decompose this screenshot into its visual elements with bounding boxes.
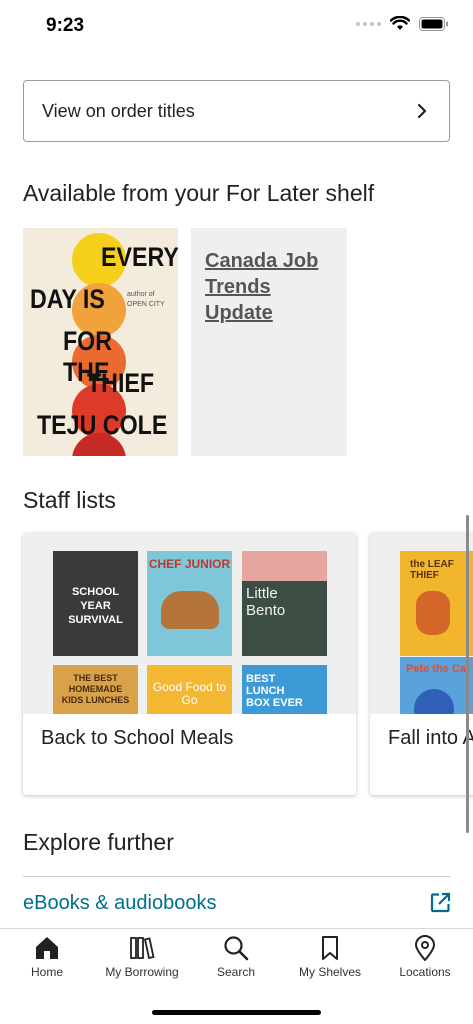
staff-list-card-fall[interactable]: the LEAF THIEF Pete the Cat Fall into A — [370, 533, 473, 795]
book-cover-note: author of OPEN CITY — [127, 291, 165, 308]
cover-cat-art — [414, 689, 454, 714]
tab-my-shelves[interactable]: My Shelves — [283, 935, 377, 979]
view-on-order-label: View on order titles — [42, 100, 195, 121]
tab-search-label: Search — [216, 965, 256, 979]
home-icon — [36, 937, 58, 959]
tab-locations-label: Locations — [399, 965, 451, 979]
home-indicator[interactable] — [152, 1010, 321, 1015]
book-title-line-3: Update — [205, 302, 273, 324]
chevron-right-icon — [417, 103, 427, 119]
battery-icon — [419, 16, 448, 31]
status-icons — [356, 16, 449, 31]
cover-little-bento: Little Bento — [242, 551, 327, 656]
book-canada-job-trends-update[interactable]: Canada Job Trends Update — [191, 228, 347, 456]
cover-text: SCHOOL YEAR SURVIVAL — [68, 586, 123, 626]
cover-good-food-to-go: Good Food to Go — [147, 665, 232, 714]
staff-list-label: Fall into A — [388, 727, 473, 749]
cover-squirrel-art — [416, 591, 450, 635]
tab-home-label: Home — [30, 965, 63, 979]
cover-school-year-survival: SCHOOL YEAR SURVIVAL — [53, 551, 138, 656]
book-cover-line-2: DAY IS — [30, 284, 105, 314]
wifi-icon — [390, 16, 410, 30]
book-cover-every-day-is-for-the-thief[interactable]: EVERY DAY IS author of OPEN CITY FOR THE… — [23, 228, 178, 456]
book-cover-line-4: THIEF — [87, 368, 155, 398]
tab-locations[interactable]: Locations — [378, 935, 472, 979]
cover-text: the LEAF THIEF — [410, 559, 454, 581]
book-title-line-2: Trends — [205, 276, 271, 298]
cover-text: Good Food to Go — [152, 680, 227, 707]
staff-list-label: Back to School Meals — [41, 727, 234, 749]
tab-my-borrowing-label: My Borrowing — [105, 965, 179, 979]
cover-the-leaf-thief: the LEAF THIEF — [400, 551, 473, 656]
divider — [23, 876, 450, 877]
scroll-indicator[interactable] — [466, 515, 469, 833]
staff-list-covers: the LEAF THIEF Pete the Cat — [370, 533, 473, 714]
cover-text: BEST LUNCH BOX EVER — [246, 673, 303, 709]
signal-icon — [356, 21, 381, 26]
cover-text: THE BEST HOMEMADE KIDS LUNCHES — [61, 673, 130, 705]
status-time: 9:23 — [46, 15, 85, 36]
ebooks-audiobooks-link[interactable]: eBooks & audiobooks — [23, 892, 216, 915]
cover-text: CHEF JUNIOR — [148, 557, 231, 571]
book-title-line-1: Canada Job — [205, 250, 319, 272]
cover-photo — [242, 551, 327, 581]
explore-further-title: Explore further — [23, 829, 174, 855]
search-icon — [224, 936, 249, 961]
cover-best-homemade-kids-lunches: THE BEST HOMEMADE KIDS LUNCHES — [53, 665, 138, 714]
tab-search[interactable]: Search — [189, 935, 283, 979]
staff-lists-section-title: Staff lists — [23, 487, 116, 513]
external-link-icon[interactable] — [430, 892, 451, 913]
cover-text: Little Bento — [246, 585, 286, 619]
cover-best-lunch-box-ever: BEST LUNCH BOX EVER — [242, 665, 327, 714]
for-later-section-title: Available from your For Later shelf — [23, 180, 375, 206]
bookmark-icon — [322, 936, 338, 960]
staff-list-card-back-to-school-meals[interactable]: SCHOOL YEAR SURVIVAL CHEF JUNIOR Little … — [23, 533, 356, 795]
books-icon — [130, 937, 155, 960]
staff-list-covers: SCHOOL YEAR SURVIVAL CHEF JUNIOR Little … — [23, 533, 356, 714]
cover-burger-art — [161, 591, 219, 629]
tab-home[interactable]: Home — [0, 935, 94, 979]
status-bar: 9:23 — [0, 0, 473, 54]
tab-my-shelves-label: My Shelves — [298, 965, 362, 979]
cover-chef-junior: CHEF JUNIOR — [147, 551, 232, 656]
view-on-order-button[interactable]: View on order titles — [23, 80, 450, 142]
book-cover-line-1: EVERY — [101, 242, 178, 272]
location-pin-icon — [414, 935, 436, 961]
cover-text: Pete the Cat — [406, 663, 470, 675]
tab-my-borrowing[interactable]: My Borrowing — [95, 935, 189, 979]
book-cover-author: TEJU COLE — [37, 410, 168, 440]
cover-pete-the-cat: Pete the Cat — [400, 657, 473, 714]
